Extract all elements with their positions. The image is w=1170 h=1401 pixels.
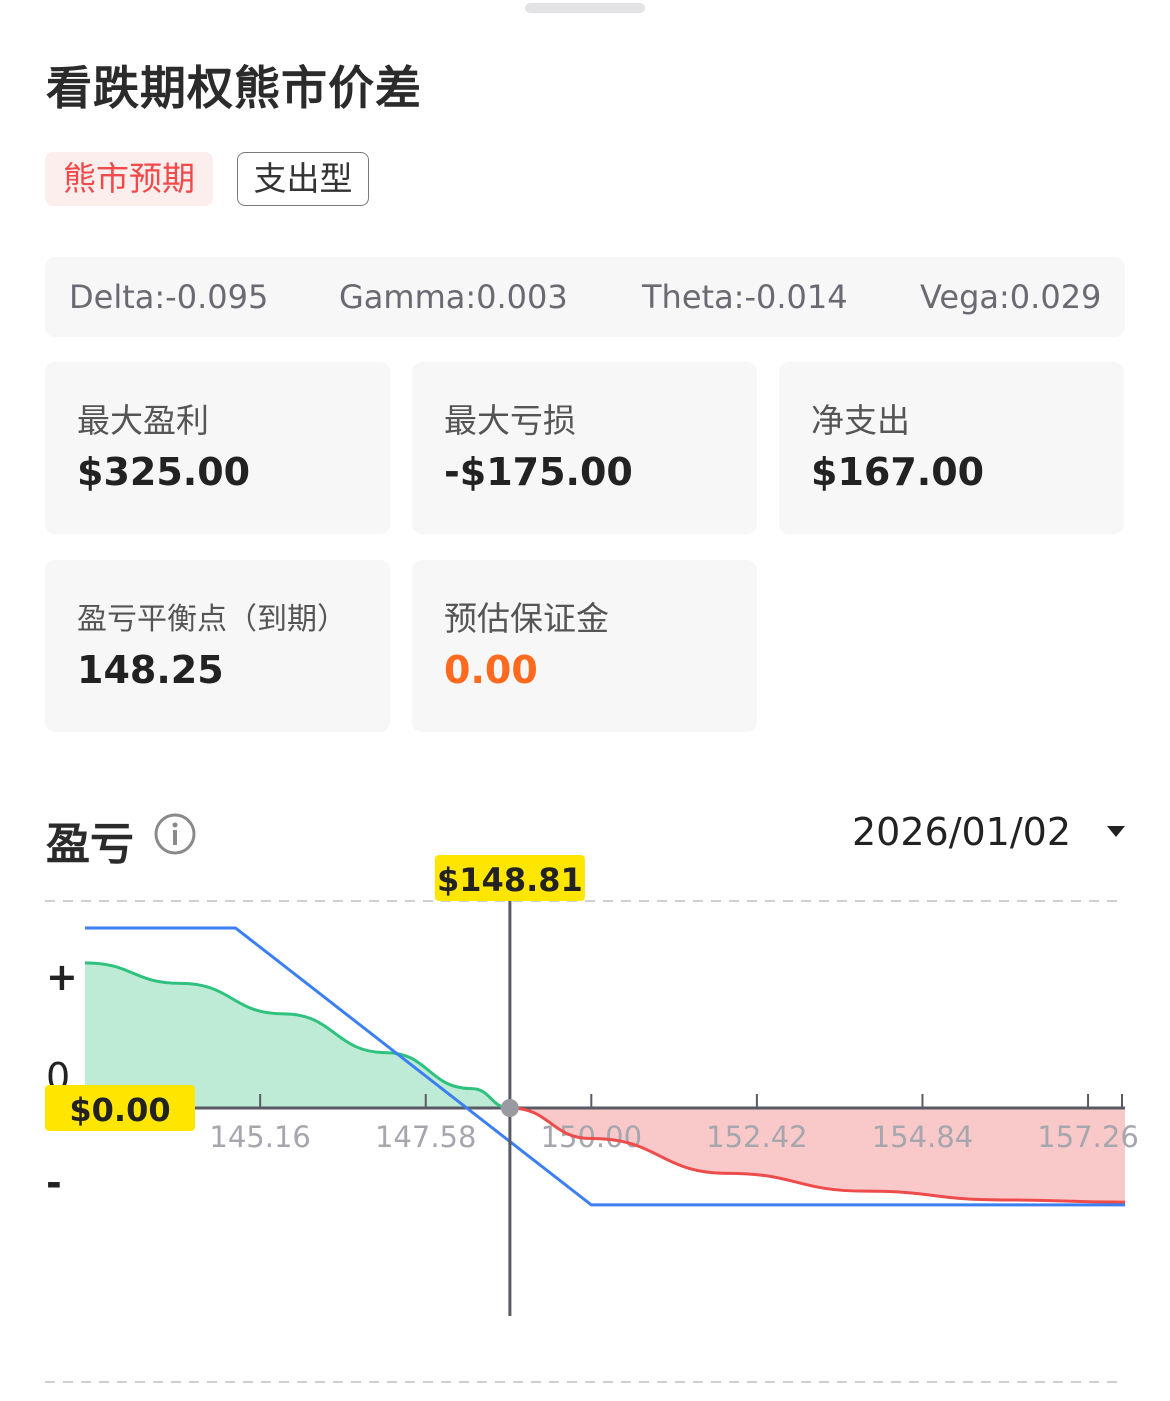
metric-card-net-debit: 净支出 $167.00	[779, 362, 1124, 534]
tag-bearish: 熊市预期	[45, 152, 213, 206]
caret-down-icon[interactable]	[1107, 826, 1125, 837]
metric-card-breakeven: 盈亏平衡点（到期） 148.25	[45, 560, 390, 732]
expiry-date-select[interactable]: 2026/01/02	[852, 810, 1071, 854]
metric-value: $167.00	[811, 450, 985, 494]
metric-label: 最大盈利	[77, 401, 209, 440]
greek-delta: Delta:-0.095	[69, 278, 269, 316]
metric-card-max-loss: 最大亏损 -$175.00	[412, 362, 757, 534]
current-price-dot[interactable]	[500, 1099, 519, 1117]
metric-card-margin: 预估保证金 0.00	[412, 560, 757, 732]
metric-label: 预估保证金	[444, 599, 609, 638]
metric-value: 148.25	[77, 648, 224, 692]
x-tick-label: 145.16	[209, 1120, 310, 1154]
x-tick-label: 157.26	[1037, 1120, 1138, 1154]
metric-value: 0.00	[444, 648, 538, 692]
greeks-bar: Delta:-0.095 Gamma:0.003 Theta:-0.014 Ve…	[45, 257, 1125, 337]
pnl-chart[interactable]: 145.16 147.58 150.00 152.42 154.84 157.26 + 0…	[0, 850, 1170, 1401]
x-tick-label: 147.58	[375, 1120, 476, 1154]
y-marker-minus: -	[46, 1161, 62, 1205]
metric-value: -$175.00	[444, 450, 633, 494]
metric-label: 盈亏平衡点（到期）	[77, 602, 347, 637]
tag-debit: 支出型	[237, 152, 369, 206]
metric-label: 净支出	[811, 401, 910, 440]
metric-card-max-profit: 最大盈利 $325.00	[45, 362, 390, 534]
greek-gamma: Gamma:0.003	[339, 278, 568, 316]
metric-value: $325.00	[77, 450, 251, 494]
current-price-label: $148.81	[437, 861, 583, 899]
x-tick-label: 154.84	[872, 1120, 973, 1154]
x-tick-label: 152.42	[706, 1120, 807, 1154]
page-title: 看跌期权熊市价差	[46, 61, 422, 115]
drag-handle[interactable]	[525, 3, 645, 13]
zero-label: $0.00	[69, 1091, 170, 1129]
greek-vega: Vega:0.029	[920, 278, 1102, 316]
y-marker-plus: +	[46, 955, 78, 999]
greek-theta: Theta:-0.014	[642, 278, 848, 316]
metric-label: 最大亏损	[444, 401, 576, 440]
